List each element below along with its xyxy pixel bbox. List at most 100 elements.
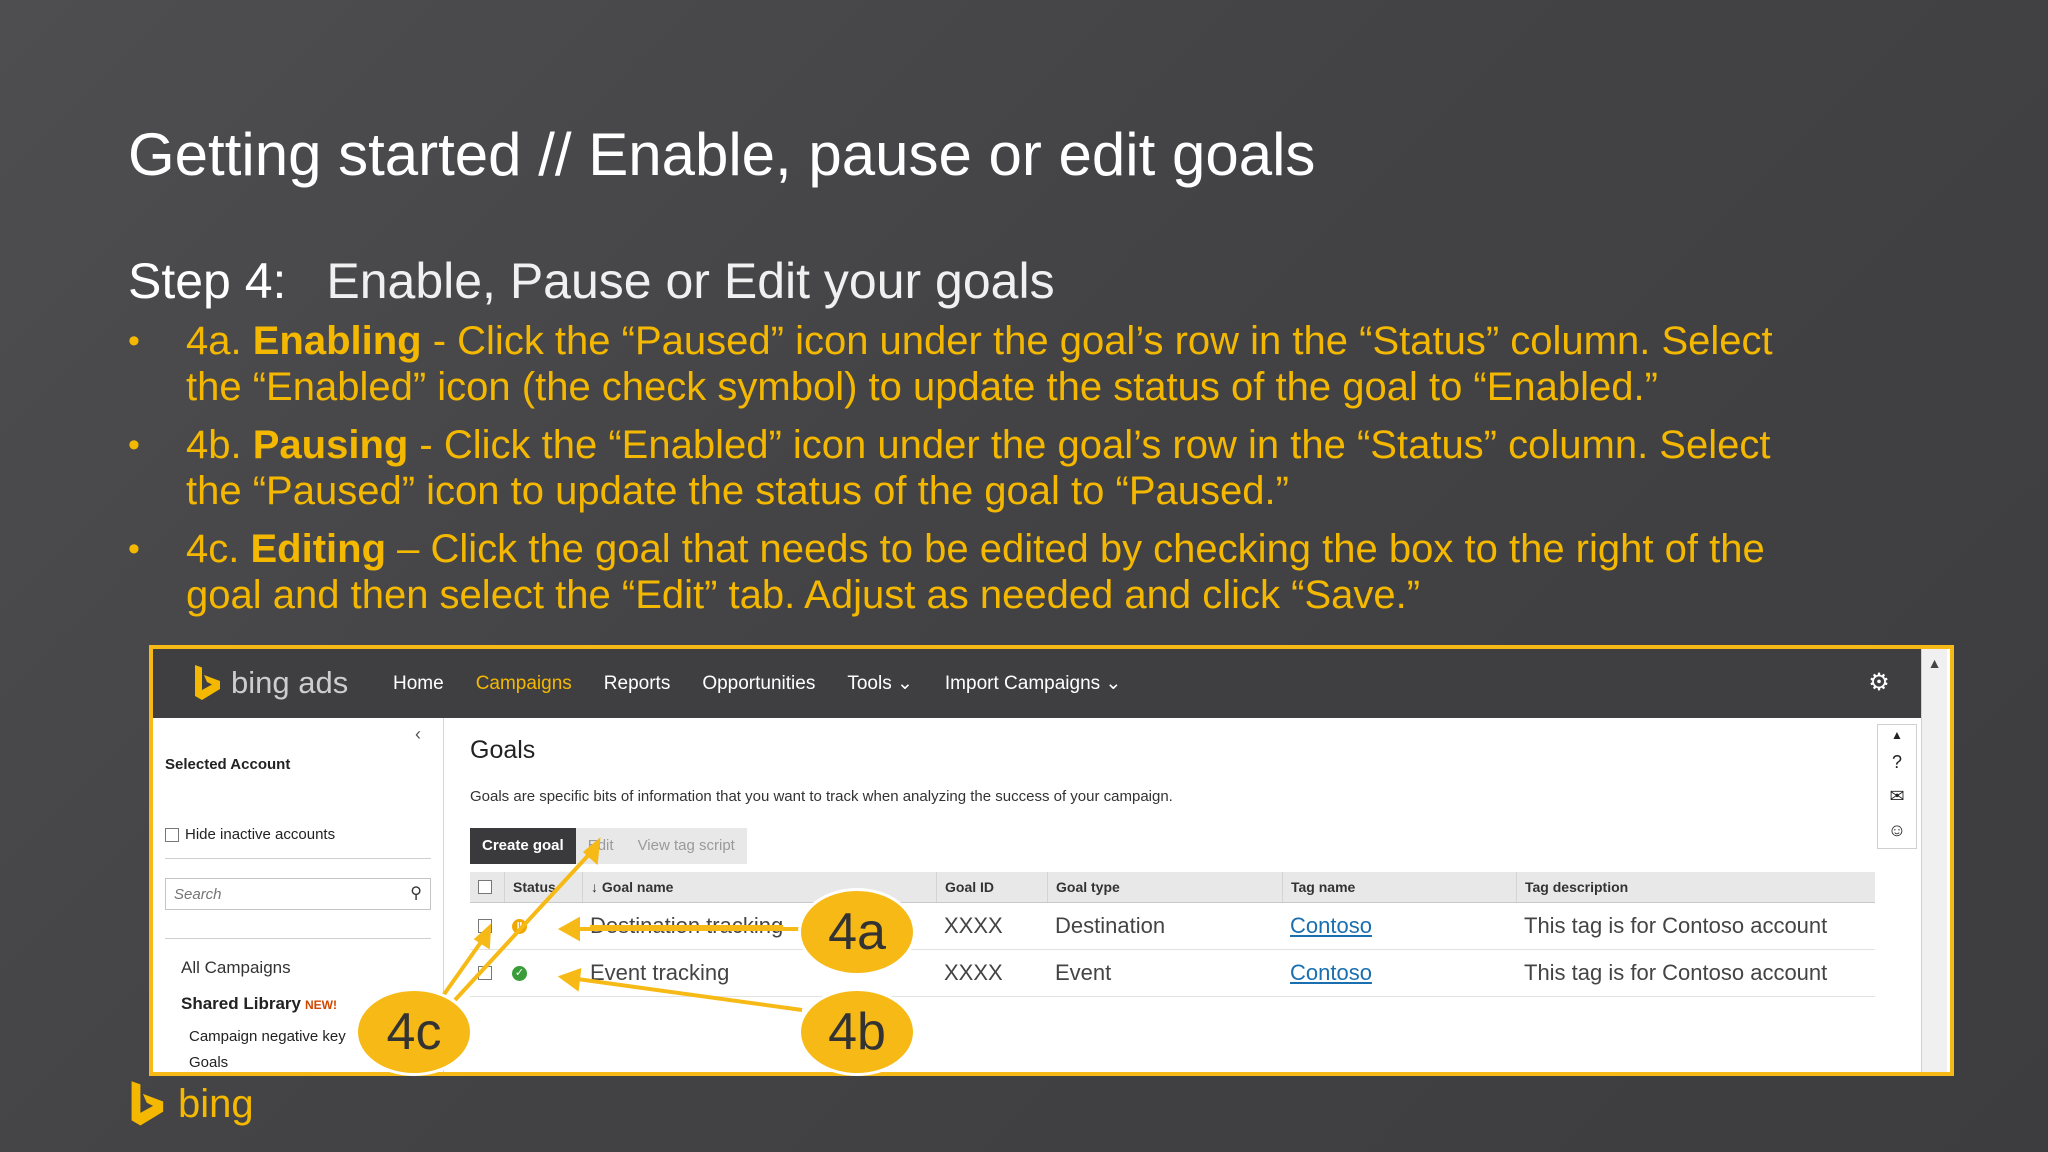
sidebar-item-all-campaigns[interactable]: All Campaigns <box>181 958 291 978</box>
goals-table: Status ↓ Goal name Goal ID Goal type Tag… <box>470 872 1875 997</box>
tag-name-cell: Contoso <box>1282 903 1516 949</box>
tag-name-link[interactable]: Contoso <box>1290 913 1372 939</box>
bullet-keyword: Pausing <box>252 423 409 467</box>
col-goal-type[interactable]: Goal type <box>1047 872 1282 902</box>
logo-text: bing ads <box>231 665 349 700</box>
sidebar-item-campaign-negative-keywords[interactable]: Campaign negative key <box>189 1028 346 1045</box>
row-select-cell <box>470 950 504 996</box>
callout-4a: 4a <box>798 888 916 976</box>
tag-description: This tag is for Contoso account <box>1524 960 1828 985</box>
search-input[interactable] <box>166 879 396 909</box>
goal-type: Destination <box>1055 913 1166 938</box>
nav-tools[interactable]: Tools ⌄ <box>847 672 913 695</box>
bing-ads-logo[interactable]: bing ads <box>193 663 348 703</box>
view-tag-script-tab[interactable]: View tag script <box>626 828 747 864</box>
selected-account-title: Selected Account <box>165 756 291 773</box>
col-goal-name-label: Goal name <box>601 879 674 895</box>
page-title: Goals <box>470 736 536 764</box>
tag-name-link[interactable]: Contoso <box>1290 960 1372 986</box>
row-checkbox[interactable] <box>478 919 492 933</box>
table-header: Status ↓ Goal name Goal ID Goal type Tag… <box>470 872 1875 903</box>
bullet-text: - Click the “Paused” icon under the goal… <box>186 319 1773 409</box>
callout-4c: 4c <box>355 988 473 1076</box>
select-all-checkbox[interactable] <box>478 880 492 894</box>
enabled-check-icon[interactable]: ✓ <box>512 965 527 981</box>
help-icon[interactable]: ? <box>1878 745 1916 779</box>
bing-brand: bing <box>128 1080 254 1128</box>
bing-logo-icon <box>195 665 220 700</box>
right-rail: ▲ ? ✉ ☺ <box>1877 724 1917 849</box>
bullet-dot-icon: • <box>128 322 140 360</box>
sidebar-search: ⚲ <box>165 878 431 910</box>
app-header: bing ads Home Campaigns Reports Opportun… <box>153 649 1921 718</box>
nav-reports[interactable]: Reports <box>604 673 671 695</box>
divider <box>165 938 431 939</box>
bullet-prefix: 4a. <box>186 319 253 363</box>
goal-id: XXXX <box>944 960 1003 985</box>
callout-4b: 4b <box>798 988 916 1076</box>
bullet-prefix: 4b. <box>186 423 253 467</box>
col-tag-description[interactable]: Tag description <box>1516 872 1875 902</box>
bullet-dot-icon: • <box>128 426 140 464</box>
step-text: Enable, Pause or Edit your goals <box>326 253 1055 309</box>
nav-opportunities[interactable]: Opportunities <box>702 673 815 695</box>
top-nav: Home Campaigns Reports Opportunities Too… <box>393 649 1153 718</box>
nav-import-label: Import Campaigns <box>944 673 1101 694</box>
status-cell: II <box>504 903 582 949</box>
chevron-down-icon: ⌄ <box>1105 673 1122 694</box>
goal-id: XXXX <box>944 913 1003 938</box>
col-status[interactable]: Status <box>504 872 582 902</box>
people-icon[interactable]: ☺ <box>1878 813 1916 847</box>
shared-library-label: Shared Library <box>181 994 301 1013</box>
status-cell: ✓ <box>504 950 582 996</box>
bullet-dot-icon: • <box>128 530 140 568</box>
bullet-text: - Click the “Enabled” icon under the goa… <box>186 423 1771 513</box>
hide-inactive-label: Hide inactive accounts <box>185 826 336 843</box>
sidebar-item-shared-library[interactable]: Shared Library NEW! <box>181 994 337 1014</box>
divider <box>165 858 431 859</box>
instruction-list: • 4a. Enabling - Click the “Paused” icon… <box>128 318 1828 630</box>
select-all-cell <box>470 872 504 902</box>
nav-tools-label: Tools <box>847 673 892 694</box>
row-select-cell <box>470 903 504 949</box>
chevron-down-icon: ⌄ <box>896 673 913 694</box>
bullet-keyword: Enabling <box>252 319 422 363</box>
bullet-text: – Click the goal that needs to be edited… <box>186 527 1765 617</box>
hide-inactive-toggle[interactable]: Hide inactive accounts <box>165 826 335 843</box>
sidebar-item-goals[interactable]: Goals <box>189 1054 228 1071</box>
new-badge: NEW! <box>305 998 337 1012</box>
edit-tab[interactable]: Edit <box>576 828 626 864</box>
bullet-4a: • 4a. Enabling - Click the “Paused” icon… <box>128 318 1828 410</box>
tag-name-cell: Contoso <box>1282 950 1516 996</box>
slide-title: Getting started // Enable, pause or edit… <box>128 121 1316 188</box>
main-panel: Goals Goals are specific bits of informa… <box>444 718 1921 1072</box>
page-description: Goals are specific bits of information t… <box>470 788 1173 805</box>
vertical-scrollbar[interactable]: ▲ <box>1921 649 1947 1072</box>
step-label: Step 4: <box>128 253 287 309</box>
gear-icon[interactable]: ⚙ <box>1865 669 1893 697</box>
col-tag-name[interactable]: Tag name <box>1282 872 1516 902</box>
row-checkbox[interactable] <box>478 966 492 980</box>
goal-toolbar: Create goal Edit View tag script <box>470 828 747 864</box>
scroll-up-icon[interactable]: ▲ <box>1922 649 1947 677</box>
paused-icon[interactable]: II <box>512 918 527 934</box>
collapse-up-icon[interactable]: ▲ <box>1878 725 1916 745</box>
collapse-icon[interactable]: ‹ <box>415 724 421 745</box>
col-goal-id[interactable]: Goal ID <box>936 872 1047 902</box>
bullet-4b: • 4b. Pausing - Click the “Enabled” icon… <box>128 422 1828 514</box>
sort-arrow-icon: ↓ <box>591 879 598 895</box>
bullet-4c: • 4c. Editing – Click the goal that need… <box>128 526 1828 618</box>
bing-logo-icon <box>131 1081 164 1126</box>
chat-icon[interactable]: ✉ <box>1878 779 1916 813</box>
step-heading: Step 4: Enable, Pause or Edit your goals <box>128 252 1055 310</box>
nav-import-campaigns[interactable]: Import Campaigns ⌄ <box>945 672 1121 695</box>
create-goal-button[interactable]: Create goal <box>470 828 576 864</box>
nav-home[interactable]: Home <box>393 673 444 695</box>
table-row: II Destination tracking XXXX Destination… <box>470 903 1875 950</box>
search-icon[interactable]: ⚲ <box>410 883 422 903</box>
nav-campaigns[interactable]: Campaigns <box>476 673 572 695</box>
hide-inactive-checkbox[interactable] <box>165 827 179 842</box>
brand-text: bing <box>178 1081 254 1126</box>
bullet-prefix: 4c. <box>186 527 251 571</box>
goal-type: Event <box>1055 960 1112 985</box>
